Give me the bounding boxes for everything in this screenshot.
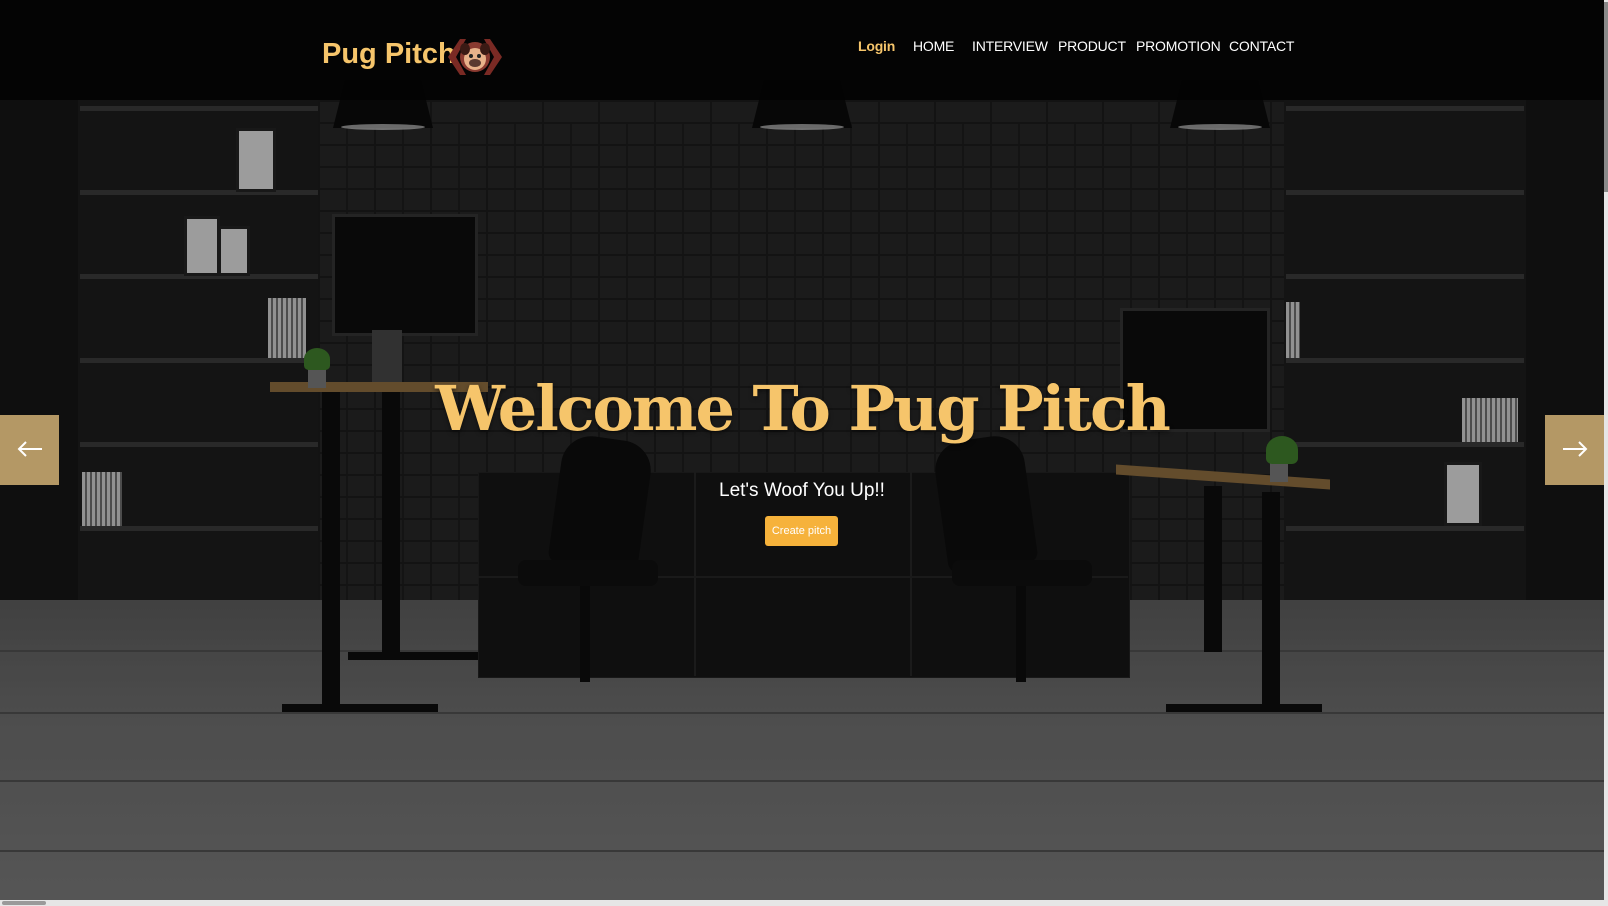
hero-subtitle: Let's Woof You Up!! [719,480,885,501]
nav-promotion-link[interactable]: PROMOTION [1136,38,1221,54]
carousel-prev-button[interactable] [0,415,59,485]
horizontal-scrollbar-thumb[interactable] [2,901,46,905]
horizontal-scrollbar-track[interactable] [0,900,1604,906]
pug-face-icon[interactable] [448,37,502,77]
nav-home-link[interactable]: HOME [913,38,954,54]
create-pitch-button[interactable]: Create pitch [765,516,838,546]
hero-carousel-slide: Pug Pitch Login HOME INTERVIEW PRODUCT P… [0,0,1604,900]
hero-title: Welcome To Pug Pitch [435,372,1171,445]
nav-product-link[interactable]: PRODUCT [1058,38,1126,54]
vertical-scrollbar-thumb[interactable] [1604,2,1608,192]
brand-name[interactable]: Pug Pitch [322,38,456,71]
carousel-next-button[interactable] [1545,415,1604,485]
arrow-right-icon [1562,440,1588,460]
nav-contact-link[interactable]: CONTACT [1229,38,1294,54]
top-navbar: Pug Pitch Login HOME INTERVIEW PRODUCT P… [0,0,1604,100]
page-viewport: Pug Pitch Login HOME INTERVIEW PRODUCT P… [0,0,1608,906]
arrow-left-icon [17,440,43,460]
nav-interview-link[interactable]: INTERVIEW [972,38,1048,54]
dark-overlay [0,0,1604,900]
nav-login-link[interactable]: Login [858,38,895,54]
